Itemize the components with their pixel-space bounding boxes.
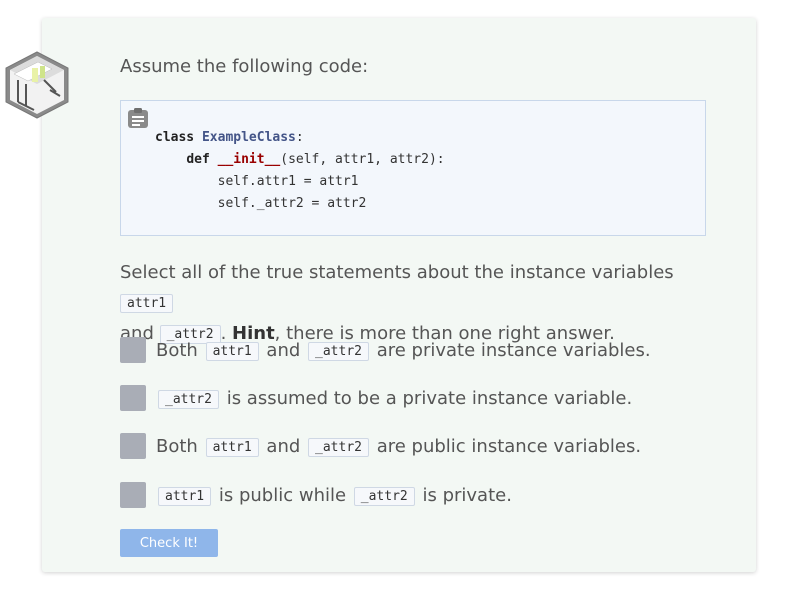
option-text: Both: [156, 339, 204, 361]
option-text: are public instance variables.: [370, 435, 642, 457]
inline-code: attr1: [120, 294, 174, 313]
answer-option-1[interactable]: Both attr1 and _attr2 are private instan…: [120, 337, 651, 363]
inline-code: attr1: [205, 437, 259, 457]
code-keyword: def: [186, 152, 210, 167]
option-text: and: [260, 435, 307, 457]
option-label: attr1 is public while _attr2 is private.: [156, 485, 512, 506]
option-text: is assumed to be a private instance vari…: [220, 387, 633, 409]
code-text: class ExampleClass: def __init__(self, a…: [155, 127, 445, 215]
checkbox[interactable]: [120, 433, 146, 459]
inline-code: attr1: [158, 486, 212, 506]
inline-code: _attr2: [308, 437, 369, 457]
code-text-span: :: [295, 130, 304, 145]
option-text: and: [260, 339, 307, 361]
answer-option-4[interactable]: attr1 is public while _attr2 is private.: [120, 482, 512, 508]
option-label: _attr2 is assumed to be a private instan…: [156, 388, 632, 409]
option-text: Both: [156, 435, 204, 457]
option-text: is public while: [213, 484, 352, 506]
question-intro: Assume the following code:: [120, 56, 369, 77]
checkbox[interactable]: [120, 482, 146, 508]
inline-code: attr1: [205, 341, 259, 361]
inline-code: _attr2: [353, 486, 415, 506]
answer-option-3[interactable]: Both attr1 and _attr2 are public instanc…: [120, 433, 641, 459]
checkbox[interactable]: [120, 385, 146, 411]
prompt-text: Select all of the true statements about …: [120, 262, 674, 283]
code-block: class ExampleClass: def __init__(self, a…: [120, 100, 706, 236]
code-text-span: (self, attr1, attr2):: [280, 152, 445, 167]
inline-code: _attr2: [308, 341, 369, 361]
code-line: self.attr1 = attr1: [217, 174, 359, 189]
code-function-name: __init__: [217, 152, 281, 167]
answer-option-2[interactable]: _attr2 is assumed to be a private instan…: [120, 385, 632, 411]
option-label: Both attr1 and _attr2 are public instanc…: [156, 436, 641, 457]
code-class-name: ExampleClass: [201, 130, 296, 145]
check-it-button[interactable]: Check It!: [120, 529, 218, 557]
isometric-room-logo: [5, 51, 69, 119]
inline-code: _attr2: [158, 389, 219, 409]
clipboard-icon[interactable]: [127, 107, 149, 129]
checkbox[interactable]: [120, 337, 146, 363]
code-keyword: class: [155, 130, 195, 145]
option-text: are private instance variables.: [370, 339, 651, 361]
option-text: is private.: [416, 484, 512, 506]
code-line: self._attr2 = attr2: [217, 196, 367, 211]
option-label: Both attr1 and _attr2 are private instan…: [156, 340, 651, 361]
